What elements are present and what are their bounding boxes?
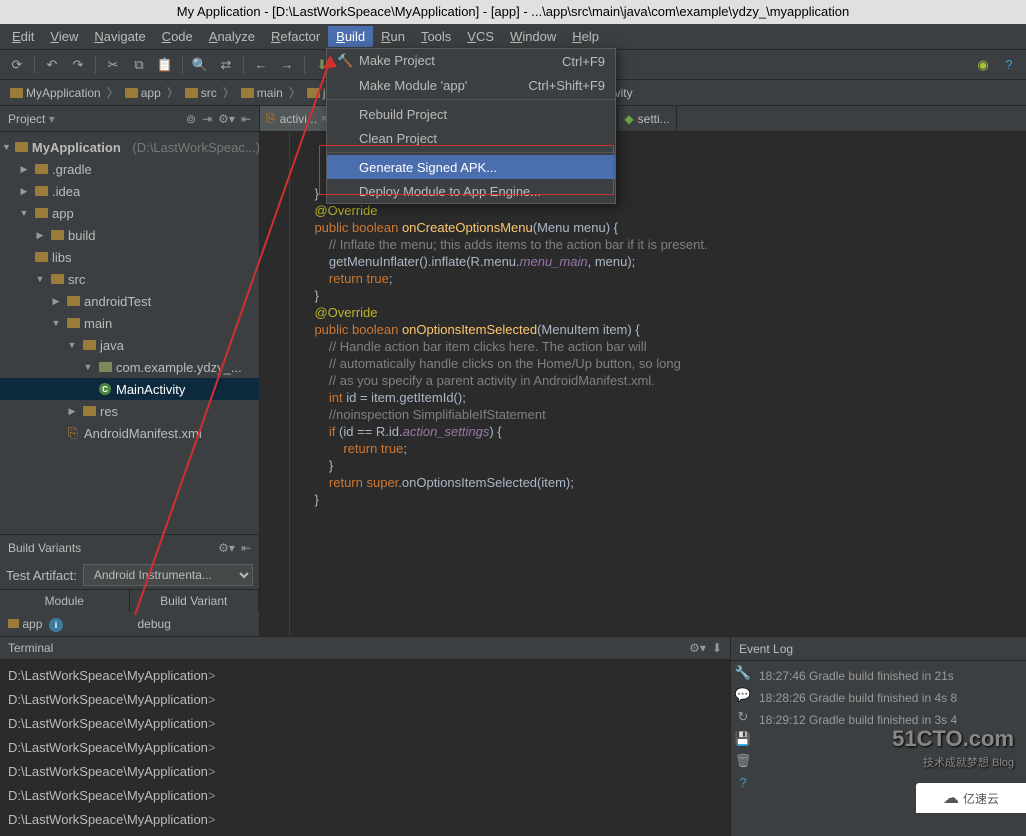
collapse-icon[interactable]: ⇥ — [202, 112, 212, 126]
tree-node[interactable]: libs — [0, 246, 259, 268]
breadcrumb-item[interactable]: MyApplication — [6, 86, 105, 100]
forward-icon[interactable]: → — [276, 54, 298, 76]
menu-item[interactable]: Deploy Module to App Engine... — [327, 179, 615, 203]
tree-node[interactable]: ▼src — [0, 268, 259, 290]
back-icon[interactable]: ← — [250, 54, 272, 76]
chat-icon[interactable]: 💬 — [735, 687, 751, 703]
tree-node[interactable]: ▼java — [0, 334, 259, 356]
gear-icon[interactable]: ⚙▾ — [689, 641, 706, 655]
tree-node[interactable]: ▶.gradle — [0, 158, 259, 180]
settings-icon[interactable]: ⚙▾ — [218, 112, 235, 126]
menu-vcs[interactable]: VCS — [459, 26, 502, 47]
col-build-variant: Build Variant — [130, 590, 260, 612]
hide-icon[interactable]: ⇤ — [241, 112, 251, 126]
menu-view[interactable]: View — [42, 26, 86, 47]
redo-icon[interactable]: ↷ — [67, 54, 89, 76]
cut-icon[interactable]: ✂ — [102, 54, 124, 76]
replace-icon[interactable]: ⇄ — [215, 54, 237, 76]
terminal-body[interactable]: D:\LastWorkSpeace\MyApplication>D:\LastW… — [0, 660, 730, 836]
watermark-51cto: 51CTO.com技术成就梦想 Blog — [892, 729, 1014, 773]
menu-edit[interactable]: Edit — [4, 26, 42, 47]
help-icon[interactable]: ? — [998, 54, 1020, 76]
build-variants-header: Build Variants ⚙▾⇤ — [0, 535, 259, 561]
menu-refactor[interactable]: Refactor — [263, 26, 328, 47]
tree-node[interactable]: ▶res — [0, 400, 259, 422]
variant-row[interactable]: app i debug — [0, 612, 259, 636]
hide-icon[interactable]: ⇤ — [241, 541, 251, 555]
menu-tools[interactable]: Tools — [413, 26, 459, 47]
copy-icon[interactable]: ⧉ — [128, 54, 150, 76]
watermark-corner: ☁亿速云 — [916, 783, 1026, 813]
tree-node[interactable]: ⎘AndroidManifest.xml — [0, 422, 259, 444]
menu-navigate[interactable]: Navigate — [86, 26, 153, 47]
menu-build[interactable]: Build — [328, 26, 373, 47]
tree-node[interactable]: ▼app — [0, 202, 259, 224]
wrench-icon[interactable]: 🔧 — [735, 665, 751, 681]
tree-node[interactable]: CMainActivity — [0, 378, 259, 400]
gear-icon[interactable]: ⚙▾ — [218, 541, 235, 555]
menu-item[interactable]: Rebuild Project — [327, 102, 615, 126]
test-artifact-select[interactable]: Android Instrumenta... — [83, 564, 253, 586]
find-icon[interactable]: 🔍 — [189, 54, 211, 76]
menu-help[interactable]: Help — [564, 26, 607, 47]
help-icon[interactable]: ? — [739, 775, 746, 790]
menu-item[interactable]: Generate Signed APK... — [327, 155, 615, 179]
android-icon[interactable]: ◉ — [972, 54, 994, 76]
editor-tab[interactable]: ◆setti... — [618, 106, 676, 131]
info-icon: i — [49, 618, 63, 632]
project-tree[interactable]: ▼ MyApplication (D:\LastWorkSpeac...) ▶.… — [0, 132, 259, 534]
project-panel-header: Project ▾ ⊚ ⇥ ⚙▾ ⇤ — [0, 106, 259, 132]
sync-icon[interactable]: ⟳ — [6, 54, 28, 76]
editor-tab[interactable]: ⎘activi...× — [260, 106, 334, 131]
build-menu-popup: 🔨Make ProjectCtrl+F9Make Module 'app'Ctr… — [326, 48, 616, 204]
event-log-toolbar: 🔧 💬 ↻ 💾 🗑 ? — [731, 661, 755, 836]
menu-window[interactable]: Window — [502, 26, 564, 47]
paste-icon[interactable]: 📋 — [154, 54, 176, 76]
terminal-header: Terminal ⚙▾⬇ — [0, 637, 730, 660]
event-log-header: Event Log — [731, 637, 1026, 661]
window-title: My Application - [D:\LastWorkSpeace\MyAp… — [0, 0, 1026, 24]
menubar: EditViewNavigateCodeAnalyzeRefactorBuild… — [0, 24, 1026, 50]
menu-item[interactable]: 🔨Make ProjectCtrl+F9 — [327, 49, 615, 73]
save-icon[interactable]: 💾 — [735, 731, 751, 747]
menu-item[interactable]: Make Module 'app'Ctrl+Shift+F9 — [327, 73, 615, 97]
breadcrumb-item[interactable]: src — [181, 86, 221, 100]
tree-root[interactable]: ▼ MyApplication (D:\LastWorkSpeac...) — [0, 136, 259, 158]
trash-icon[interactable]: 🗑 — [735, 753, 752, 769]
download-icon[interactable]: ⬇ — [712, 641, 722, 655]
undo-icon[interactable]: ↶ — [41, 54, 63, 76]
menu-item[interactable]: Clean Project — [327, 126, 615, 150]
tree-node[interactable]: ▶androidTest — [0, 290, 259, 312]
tree-node[interactable]: ▼main — [0, 312, 259, 334]
test-artifact-label: Test Artifact: — [6, 568, 77, 583]
tree-node[interactable]: ▶build — [0, 224, 259, 246]
code-editor[interactable]: nstanceState) { ); main); } @Override pu… — [260, 132, 1026, 636]
locate-icon[interactable]: ⊚ — [186, 112, 196, 126]
col-module: Module — [0, 590, 130, 612]
breadcrumb-item[interactable]: app — [121, 86, 165, 100]
tree-node[interactable]: ▶.idea — [0, 180, 259, 202]
menu-code[interactable]: Code — [154, 26, 201, 47]
history-icon[interactable]: ↻ — [738, 709, 749, 725]
menu-run[interactable]: Run — [373, 26, 413, 47]
menu-analyze[interactable]: Analyze — [201, 26, 263, 47]
tree-node[interactable]: ▼com.example.ydzy_... — [0, 356, 259, 378]
breadcrumb-item[interactable]: main — [237, 86, 287, 100]
